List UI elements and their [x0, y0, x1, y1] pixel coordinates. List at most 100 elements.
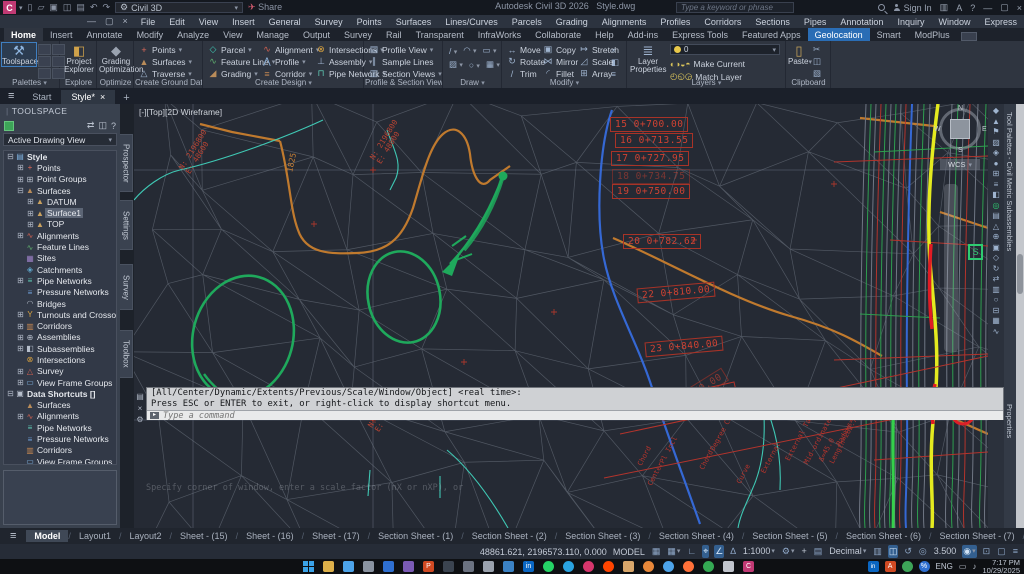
palette-tool-icon[interactable]: ⚑ [992, 127, 999, 136]
tree-item-feature-lines[interactable]: ∿ Feature Lines [4, 241, 116, 252]
layout-tab-section-sheet-7-[interactable]: Section Sheet - (7) [932, 530, 1023, 542]
tree-item-view-frame-groups[interactable]: ▭ View Frame Groups [4, 456, 116, 464]
tree-expander-icon[interactable]: ⊞ [26, 209, 35, 218]
menu-window[interactable]: Window [931, 17, 977, 27]
network-icon[interactable]: ▭ [959, 562, 967, 571]
ribbon-tab-expresstools[interactable]: Express Tools [665, 28, 735, 41]
toolspace-tab-survey[interactable]: Survey [120, 264, 133, 310]
new-drawing-tab-button[interactable]: + [115, 92, 137, 104]
menu-general[interactable]: General [262, 17, 308, 27]
palette-tool-icon[interactable]: ∿ [993, 327, 1000, 336]
layout-tab-sheet-16-[interactable]: Sheet - (16) [238, 530, 302, 542]
command-input[interactable] [163, 410, 463, 421]
taskbar-printer-app-icon[interactable] [483, 561, 494, 572]
palette-tool-icon[interactable]: ⊕ [993, 232, 1000, 241]
tree-item-surfaces[interactable]: ▲ Surfaces [4, 400, 116, 411]
layout-tab-layout1[interactable]: Layout1 [71, 530, 119, 542]
taskbar-file-explorer-icon[interactable] [323, 561, 334, 572]
taskbar-settings-app-icon[interactable] [363, 561, 374, 572]
button-grading[interactable]: ◢ Grading ▾ [208, 68, 258, 79]
properties-palette-edge[interactable] [1016, 104, 1024, 528]
ribbon-tab-output[interactable]: Output [296, 28, 337, 41]
doc-restore-button[interactable]: ▢ [105, 16, 114, 27]
ribbon-tab-manage[interactable]: Manage [249, 28, 296, 41]
tree-expander-icon[interactable]: ⊞ [16, 344, 25, 353]
search-icon[interactable] [877, 4, 885, 11]
taskbar-linkedin-app-icon[interactable]: in [523, 561, 534, 572]
menu-pipes[interactable]: Pipes [797, 17, 834, 27]
ribbon-tab-transparent[interactable]: Transparent [409, 28, 471, 41]
button-profile[interactable]: ⋀ Profile ▾ [262, 56, 305, 67]
status-toggle-icon[interactable]: ◎ [918, 545, 928, 558]
button-corridor[interactable]: ≡ Corridor ▾ [262, 68, 312, 79]
save-as-icon[interactable]: ◫ [63, 2, 72, 13]
cut-icon[interactable]: ✂ [813, 44, 820, 55]
view-cube-face[interactable] [950, 119, 970, 139]
clock[interactable]: 7:17 PM 10/29/2025 [982, 558, 1020, 574]
taskbar-chrome-app-icon[interactable] [663, 561, 674, 572]
taskbar-onenote-app-icon[interactable] [403, 561, 414, 572]
tree-item-corridors[interactable]: ▥ Corridors [4, 445, 116, 456]
ribbon-tab-insert[interactable]: Insert [43, 28, 80, 41]
maximize-button[interactable]: ▢ [1000, 2, 1009, 13]
tree-item-pressure-networks[interactable]: ≡ Pressure Networks [4, 287, 116, 298]
palette-tool-icon[interactable]: ◎ [993, 201, 1000, 210]
menu-edit[interactable]: Edit [162, 17, 192, 27]
menu-caret-icon[interactable]: ▾ [19, 4, 23, 12]
panel-layout-icon[interactable]: ◫ [98, 120, 107, 131]
palette-tool-icon[interactable]: ▤ [992, 211, 1000, 220]
region-tool-icon[interactable]: ▦ ▾ [486, 59, 500, 70]
workspace-switcher[interactable]: ⚙ Civil 3D ▾ [115, 2, 244, 13]
palette-tool-icon[interactable]: ◇ [993, 253, 999, 262]
layout-tabs-menu-icon[interactable]: ≡ [0, 530, 26, 542]
tab-tool-palettes[interactable]: Tool Palettes - Civil Metric Subassembli… [1005, 112, 1014, 251]
status-toggle-icon[interactable]: ◉ ▾ [962, 545, 977, 558]
taskbar-windows-start-icon[interactable] [303, 561, 314, 572]
tree-expander-icon[interactable]: ⊞ [16, 276, 25, 285]
status-toggle-icon[interactable]: ⊡ [982, 545, 992, 558]
tree-expander-icon[interactable]: ⊞ [16, 367, 25, 376]
status-toggle-icon[interactable]: ◫ [887, 545, 899, 558]
taskbar-instagram-app-icon[interactable] [583, 561, 594, 572]
cmd-customize-icon[interactable]: ▤ [136, 392, 144, 401]
tree-item-data-shortcuts-[interactable]: ⊟ ▣ Data Shortcuts [] [4, 388, 116, 399]
tree-item-style[interactable]: ⊟ ▤ Style [4, 151, 116, 162]
ribbon-tab-infraworks[interactable]: InfraWorks [471, 28, 528, 41]
button-traverse[interactable]: △ Traverse ▾ [139, 68, 192, 79]
view-selector-dropdown[interactable]: Active Drawing View ▾ [3, 133, 117, 146]
toolspace-tab-toolbox[interactable]: Toolbox [120, 330, 133, 378]
language-indicator[interactable]: ENG [936, 562, 953, 571]
status-toggle-icon[interactable]: ▥ [872, 545, 883, 558]
menu-sections[interactable]: Sections [748, 17, 797, 27]
status-toggle-icon[interactable]: ⚙ ▾ [781, 545, 796, 558]
layout-tab-section-sheet-5-[interactable]: Section Sheet - (5) [744, 530, 835, 542]
palette-scrollbar-ghost[interactable] [944, 184, 958, 352]
palette-tool-icon[interactable]: ▨ [992, 138, 1000, 147]
menu-annotation[interactable]: Annotation [833, 17, 890, 27]
layer-properties-button[interactable]: ≣ Layer Properties [630, 43, 666, 74]
layer-select[interactable]: 0 ▾ [670, 44, 780, 55]
ribbon-tab-view[interactable]: View [216, 28, 249, 41]
ribbon-tab-smart[interactable]: Smart [870, 28, 908, 41]
tree-item-sites[interactable]: ▦ Sites [4, 253, 116, 264]
taskbar-telegram-app-icon[interactable] [563, 561, 574, 572]
tree-item-top[interactable]: ⊞ ▲ TOP [4, 219, 116, 230]
toolspace-button[interactable]: ⚒ Toolspace [1, 42, 38, 67]
layout-tab-section-sheet-4-[interactable]: Section Sheet - (4) [651, 530, 742, 542]
palette-tool-icon[interactable]: ▥ [992, 285, 1000, 294]
status-toggle-icon[interactable]: ⌖ [702, 545, 710, 558]
toolspace-help-icon[interactable]: ? [111, 121, 116, 131]
button-move[interactable]: ↔ Move [507, 44, 541, 55]
status-toggle-icon[interactable]: ▦ [651, 545, 662, 558]
menu-grading[interactable]: Grading [549, 17, 595, 27]
tree-expander-icon[interactable]: ⊞ [16, 175, 25, 184]
taskbar-photos-app-icon[interactable] [343, 561, 354, 572]
redo-icon[interactable]: ↷ [102, 2, 110, 13]
new-file-icon[interactable]: ▯ [28, 2, 33, 13]
status-toggle-icon[interactable]: ∆ [729, 545, 737, 558]
taskbar-maps-app-icon[interactable] [703, 561, 714, 572]
layout-tab-layout2[interactable]: Layout2 [121, 530, 169, 542]
tree-expander-icon[interactable]: ⊞ [16, 378, 25, 387]
command-input-icon[interactable]: ▸ [150, 412, 159, 419]
layout-tab-section-sheet-2-[interactable]: Section Sheet - (2) [464, 530, 555, 542]
